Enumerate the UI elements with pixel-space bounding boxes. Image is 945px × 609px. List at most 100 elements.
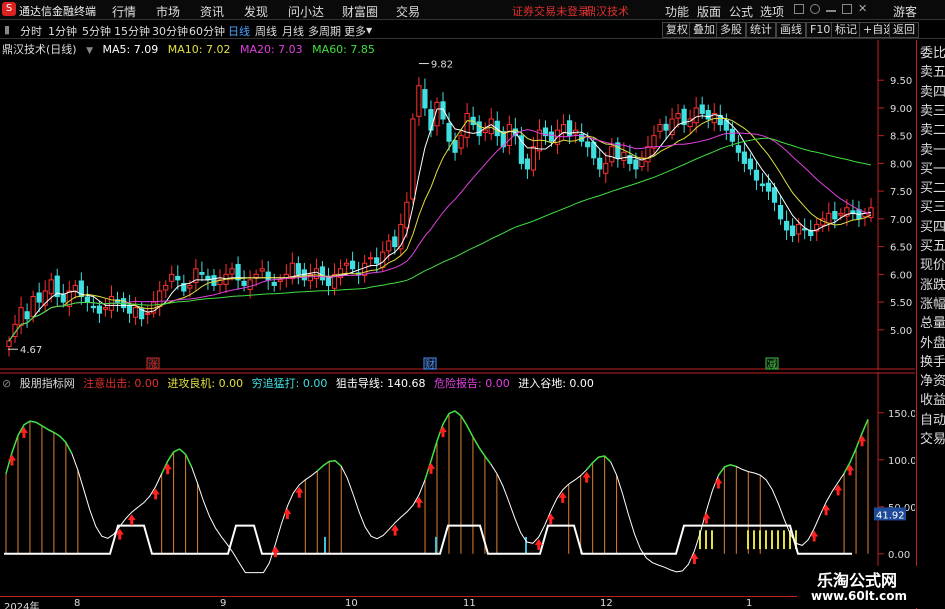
candle-body <box>96 305 103 314</box>
quote-tab-12[interactable]: 涨跌 <box>920 276 945 295</box>
indicator-name[interactable]: 股朋指标网 <box>20 377 75 390</box>
candle-body <box>633 159 639 170</box>
overlay-button[interactable]: 叠加 <box>689 22 719 38</box>
buy-arrow-icon <box>858 435 867 447</box>
y-tick-label: 7.00 <box>890 215 912 226</box>
mark-button[interactable]: 标记 <box>831 22 861 38</box>
quote-tab-7[interactable]: 买二 <box>920 179 945 198</box>
period-timeshare[interactable]: 分时 <box>20 23 42 39</box>
quote-tab-20[interactable]: 交易 <box>920 430 945 449</box>
menu-market[interactable]: 市场 <box>156 3 180 20</box>
period-1min[interactable]: 1分钟 <box>48 23 77 39</box>
candle-body <box>621 151 627 161</box>
adjust-button[interactable]: 复权 <box>662 22 692 38</box>
more-chevron-icon[interactable]: ▼ <box>366 26 372 35</box>
menu-function[interactable]: 功能 <box>665 3 689 20</box>
attack-segment <box>448 410 456 415</box>
candle-body <box>60 294 66 303</box>
menu-quotes[interactable]: 行情 <box>112 3 136 20</box>
quote-tab-5[interactable]: 卖一 <box>920 141 945 160</box>
candle-body <box>747 158 754 170</box>
menu-trade[interactable]: 交易 <box>396 3 420 20</box>
attack-segment <box>861 419 869 434</box>
candle-body <box>585 141 591 148</box>
candle-body <box>102 307 109 310</box>
menu-news[interactable]: 资讯 <box>200 3 224 20</box>
attack-segment <box>598 455 605 458</box>
quote-tab-0[interactable]: 委比 <box>920 44 945 63</box>
period-multi[interactable]: 多周期 <box>308 23 341 39</box>
ma-dropdown-icon[interactable]: ▼ <box>86 46 93 56</box>
attack-segment <box>472 436 480 448</box>
stats-button[interactable]: 统计 <box>746 22 776 38</box>
y-tick-label: 5.00 <box>890 326 912 337</box>
app-title: 通达信金融终端 <box>19 5 96 18</box>
menu-options[interactable]: 选项 <box>760 3 784 20</box>
main-chart-area[interactable]: 9.50 9.00 8.50 8.00 7.50 7.00 6.50 6.00 5.50 5.00… <box>0 40 915 371</box>
candle-body <box>777 205 784 220</box>
period-more[interactable]: 更多 <box>344 23 366 39</box>
menu-layout[interactable]: 版面 <box>697 3 721 20</box>
window-icon-1[interactable] <box>794 4 804 14</box>
guest-label[interactable]: 游客 <box>893 3 917 20</box>
candle-body <box>524 158 531 170</box>
time-axis-label: 12 <box>600 598 613 609</box>
quote-tab-17[interactable]: 净资 <box>920 372 945 391</box>
quote-tab-3[interactable]: 卖三 <box>920 102 945 121</box>
candle-body <box>368 257 374 260</box>
maximize-icon[interactable] <box>842 4 852 14</box>
candle-body <box>211 275 217 286</box>
quote-tab-1[interactable]: 卖五 <box>920 63 945 82</box>
buy-arrow-icon <box>151 488 160 500</box>
period-monthly[interactable]: 月线 <box>282 23 304 39</box>
period-weekly[interactable]: 周线 <box>255 23 277 39</box>
menu-formula[interactable]: 公式 <box>729 3 753 20</box>
quote-tab-9[interactable]: 买四 <box>920 218 945 237</box>
indicator-chart-area[interactable]: 150.00100.0050.000.0014:5614:5614:5614:5… <box>0 372 945 596</box>
period-15min[interactable]: 15分钟 <box>114 23 150 39</box>
main-chart-svg[interactable]: 9.50 9.00 8.50 8.00 7.50 7.00 6.50 6.00 5.50 5.00… <box>0 40 915 371</box>
candle-body <box>603 162 609 174</box>
back-button[interactable]: 返回 <box>889 22 919 38</box>
window-icon-2[interactable] <box>810 4 820 14</box>
quote-tab-4[interactable]: 卖二 <box>920 121 945 140</box>
candle-body <box>187 284 193 289</box>
period-30min[interactable]: 30分钟 <box>152 23 188 39</box>
quote-tab-18[interactable]: 收益 <box>920 391 945 410</box>
draw-button[interactable]: 画线 <box>776 22 806 38</box>
close-icon[interactable]: ✕ <box>858 2 868 15</box>
menu-wealth[interactable]: 财富圈 <box>342 3 378 20</box>
indicator-chart-svg[interactable]: 150.00100.0050.000.0014:5614:5614:5614:5… <box>0 372 945 596</box>
period-daily[interactable]: 日线 <box>228 23 250 39</box>
attack-segment <box>730 464 737 468</box>
multistock-button[interactable]: 多股 <box>716 22 746 38</box>
ma60-line <box>8 137 872 342</box>
candle-body <box>277 279 283 282</box>
quote-tab-15[interactable]: 外盘 <box>920 334 945 353</box>
y-tick-label: 8.00 <box>890 159 912 170</box>
buy-arrow-icon <box>427 462 436 474</box>
menu-discover[interactable]: 发现 <box>244 3 268 20</box>
watermark-title: 乐淘公式网 <box>817 571 898 590</box>
quote-tab-8[interactable]: 买三 <box>920 198 945 217</box>
quote-tab-6[interactable]: 买一 <box>920 160 945 179</box>
quote-tab-2[interactable]: 卖四 <box>920 83 945 102</box>
toolbar-menu-icon[interactable]: ▮ <box>4 23 10 36</box>
login-status[interactable]: 证券交易未登录 <box>512 3 589 19</box>
quote-tab-10[interactable]: 买五 <box>920 237 945 256</box>
candle-body <box>832 211 838 220</box>
period-60min[interactable]: 60分钟 <box>189 23 225 39</box>
quote-tab-11[interactable]: 现价 <box>920 256 945 275</box>
stock-title[interactable]: 鼎汉技术(日线) <box>2 43 77 56</box>
period-5min[interactable]: 5分钟 <box>82 23 111 39</box>
quote-tab-14[interactable]: 总量 <box>920 314 945 333</box>
minimize-icon[interactable] <box>826 4 836 12</box>
attack-segment <box>166 451 175 462</box>
candle-body <box>349 260 356 270</box>
quote-tab-16[interactable]: 换手 <box>920 353 945 372</box>
indicator-settings-icon[interactable]: ⊘ <box>2 377 11 390</box>
candle-body <box>790 225 796 237</box>
quote-tab-13[interactable]: 涨幅 <box>920 295 945 314</box>
quote-tab-19[interactable]: 自动 <box>920 411 945 430</box>
menu-ask[interactable]: 问小达 <box>288 3 324 20</box>
